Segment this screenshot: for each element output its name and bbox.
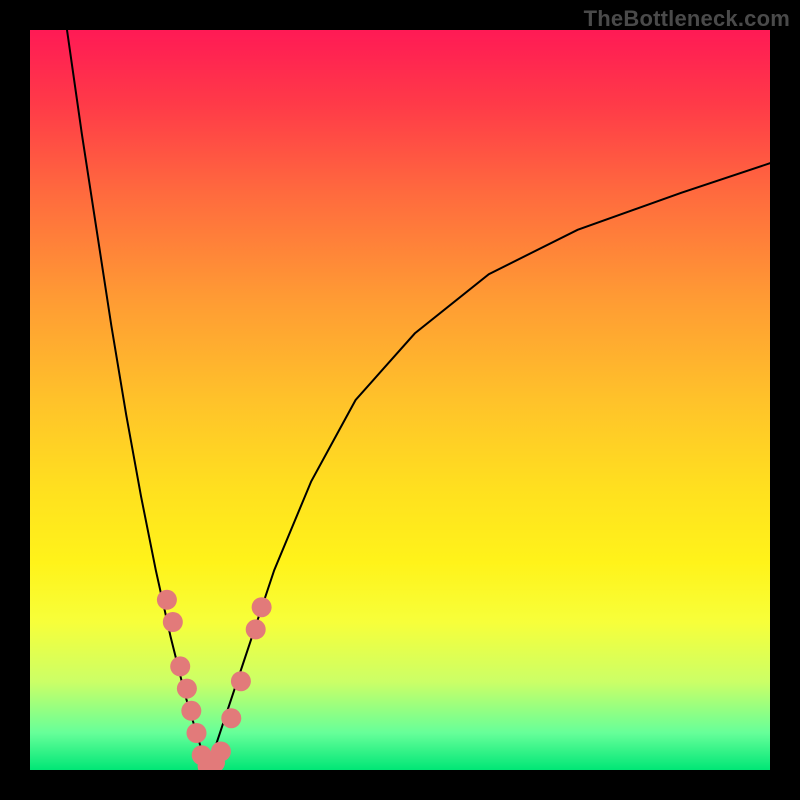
- marker-point: [181, 701, 201, 721]
- bottleneck-curve-plot: [30, 30, 770, 770]
- marker-point: [252, 597, 272, 617]
- marker-point: [163, 612, 183, 632]
- curve-right-branch: [208, 163, 770, 770]
- marker-point: [221, 708, 241, 728]
- watermark-text: TheBottleneck.com: [584, 6, 790, 32]
- marker-point: [157, 590, 177, 610]
- markers-group: [157, 590, 272, 770]
- marker-point: [246, 619, 266, 639]
- marker-point: [211, 742, 231, 762]
- marker-point: [177, 679, 197, 699]
- series-group: [67, 30, 770, 770]
- marker-point: [231, 671, 251, 691]
- chart-area: [30, 30, 770, 770]
- marker-point: [187, 723, 207, 743]
- marker-point: [170, 656, 190, 676]
